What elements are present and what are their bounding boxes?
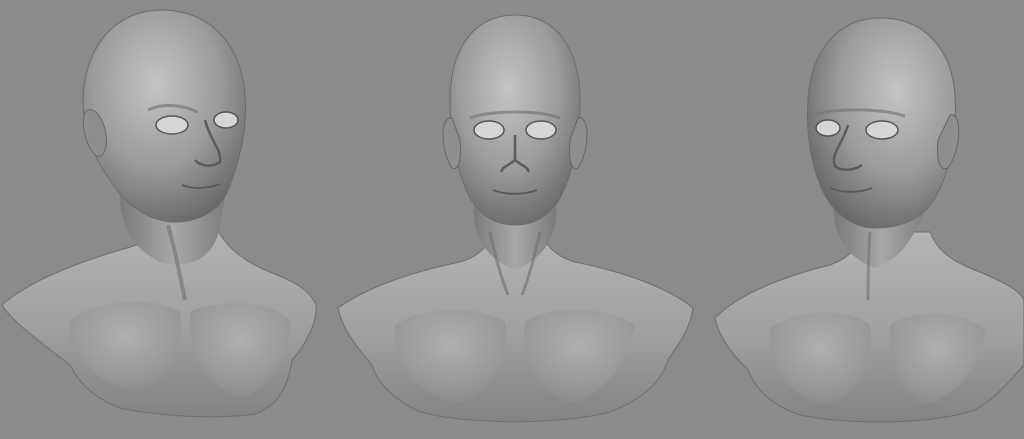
eye-right [525,120,557,140]
eye-left [815,119,841,137]
eye-left [155,115,189,135]
bust-three-quarter-right [1,9,317,418]
eye-left [473,120,505,140]
eye-right [865,120,899,140]
eye-right [213,111,239,129]
bust-three-quarter-left [714,17,1024,423]
sculpt-scene [1,9,1024,423]
bust-front [337,14,694,423]
sculpt-viewport [0,0,1024,439]
